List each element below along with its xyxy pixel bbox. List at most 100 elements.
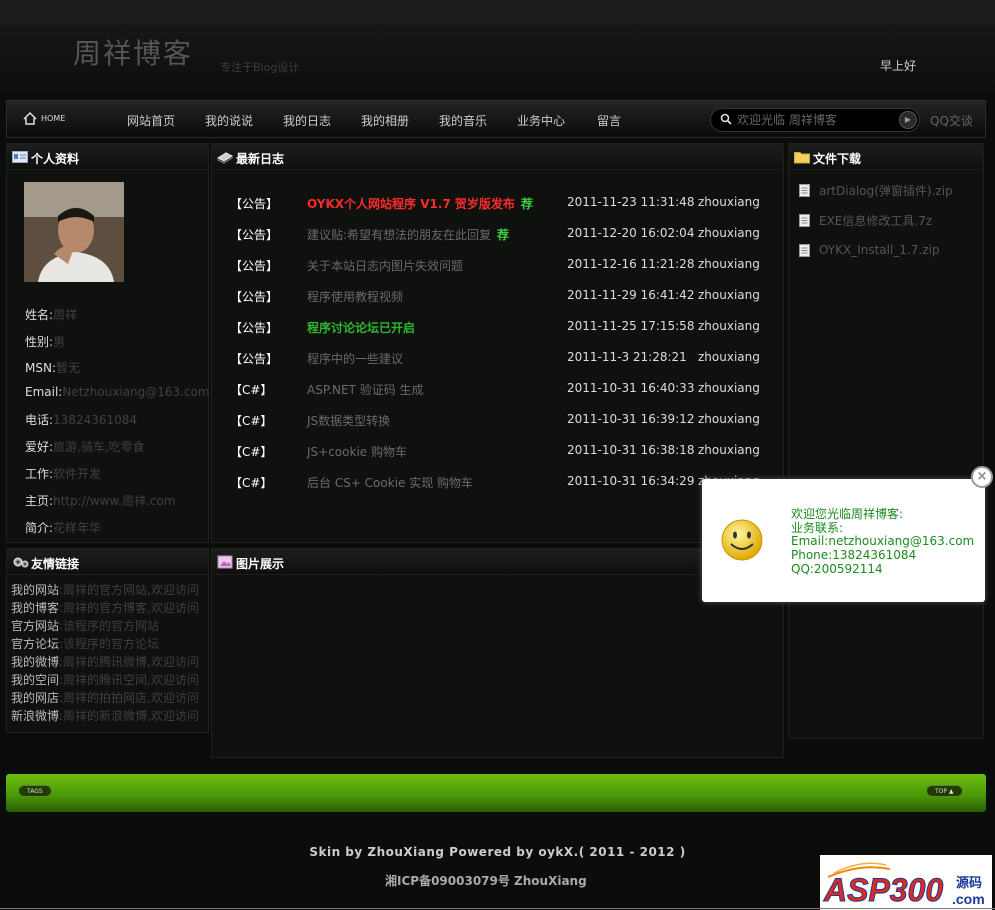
- article-title-text: 程序中的一些建议: [307, 352, 404, 366]
- article-author[interactable]: zhouxiang: [698, 350, 760, 364]
- popup-line: Email:netzhouxiang@163.com: [791, 534, 975, 548]
- popup-close-button[interactable]: ×: [971, 466, 993, 488]
- search-button[interactable]: ▶: [899, 111, 917, 129]
- article-author[interactable]: zhouxiang: [698, 257, 760, 271]
- article-title-text: JS+cookie 购物车: [307, 445, 407, 459]
- article-title[interactable]: 后台 CS+ Cookie 实现 购物车: [307, 474, 479, 491]
- profile-value: 男: [53, 335, 66, 349]
- links-panel-title: 友情链接: [31, 557, 80, 571]
- back-to-top-button[interactable]: TOP ▲: [926, 785, 963, 797]
- close-icon: ×: [976, 469, 988, 484]
- article-category[interactable]: 【公告】: [230, 350, 278, 367]
- friend-link[interactable]: 官方网站:该程序的官方网站: [11, 617, 159, 634]
- article-date: 2011-11-23 11:31:48: [567, 195, 695, 209]
- article-title[interactable]: ASP.NET 验证码 生成: [307, 381, 430, 398]
- nav-item-logs[interactable]: 我的日志: [283, 112, 331, 129]
- search-input[interactable]: [737, 112, 887, 128]
- file-item[interactable]: EXE信息修改工具.7z: [799, 212, 932, 229]
- qq-chat-link[interactable]: QQ交谈: [930, 112, 973, 129]
- profile-key: 姓名:: [25, 308, 54, 322]
- article-category[interactable]: 【公告】: [230, 319, 278, 336]
- profile-key: 主页:: [25, 494, 54, 508]
- article-category[interactable]: 【C#】: [230, 443, 272, 460]
- article-category[interactable]: 【公告】: [230, 195, 278, 212]
- article-title[interactable]: OYKX个人网站程序 V1.7 贺岁版发布荐: [307, 195, 533, 212]
- nav-item-albums[interactable]: 我的相册: [361, 112, 409, 129]
- article-author[interactable]: zhouxiang: [698, 381, 760, 395]
- asp300-logo: ASP300 源码 .com: [823, 862, 985, 909]
- nav-home[interactable]: HOME: [23, 112, 65, 125]
- friend-link[interactable]: 我的微博:周祥的腾讯微博,欢迎访问: [11, 653, 199, 670]
- article-title-text: 后台 CS+ Cookie 实现 购物车: [307, 476, 474, 490]
- article-author[interactable]: zhouxiang: [698, 412, 760, 426]
- profile-panel: 个人资料 姓名:周祥 性别:男 MSN:暂无 Email:Netzhouxian…: [6, 143, 210, 543]
- popup-line: Phone:13824361084: [791, 548, 917, 562]
- article-author[interactable]: zhouxiang: [698, 226, 760, 240]
- link-description: :周祥的拍拍网店,欢迎访问: [59, 691, 199, 705]
- article-author[interactable]: zhouxiang: [698, 319, 760, 333]
- article-title[interactable]: 建议贴:希望有想法的朋友在此回复荐: [307, 226, 509, 243]
- profile-value[interactable]: http://www.周祥.com: [53, 494, 175, 508]
- friend-link[interactable]: 官方论坛:该程序的官方论坛: [11, 635, 159, 652]
- friend-link[interactable]: 我的空间:周祥的腾讯空间,欢迎访问: [11, 671, 199, 688]
- article-author[interactable]: zhouxiang: [698, 288, 760, 302]
- article-title[interactable]: 程序使用教程视频: [307, 288, 409, 305]
- article-title[interactable]: 关于本站日志内图片失效问题: [307, 257, 469, 274]
- friend-link[interactable]: 我的博客:周祥的官方博客,欢迎访问: [11, 599, 199, 616]
- friend-link[interactable]: 新浪微博:周祥的新浪微博,欢迎访问: [11, 707, 199, 724]
- article-category[interactable]: 【C#】: [230, 474, 272, 491]
- link-name: 官方网站: [11, 619, 60, 633]
- site-title[interactable]: 周祥博客: [73, 32, 193, 72]
- article-category[interactable]: 【C#】: [230, 381, 272, 398]
- article-date: 2011-10-31 16:38:18: [567, 443, 695, 457]
- article-title[interactable]: JS数据类型转换: [307, 412, 396, 429]
- profile-value: 周祥: [53, 308, 78, 322]
- link-description: :周祥的腾讯微博,欢迎访问: [59, 655, 199, 669]
- gallery-panel-header: 图片展示: [212, 549, 783, 575]
- friend-link[interactable]: 我的网店:周祥的拍拍网店,欢迎访问: [11, 689, 199, 706]
- article-category[interactable]: 【C#】: [230, 412, 272, 429]
- nav-item-guestbook[interactable]: 留言: [597, 112, 621, 129]
- article-author[interactable]: zhouxiang: [698, 195, 760, 209]
- files-panel-title: 文件下载: [813, 152, 862, 166]
- files-panel: 文件下载 artDialog(弹窗插件).zip EXE信息修改工具.7z OY…: [788, 143, 984, 739]
- welcome-popup: 欢迎您光临周祥博客: 业务联系: Email:netzhouxiang@163.…: [702, 479, 985, 602]
- recommend-badge: 荐: [497, 228, 510, 242]
- nav-item-home-page[interactable]: 网站首页: [127, 112, 175, 129]
- articles-panel: 最新日志 【公告】 OYKX个人网站程序 V1.7 贺岁版发布荐 2011-11-2…: [211, 143, 784, 543]
- article-row: 【C#】 ASP.NET 验证码 生成 2011-10-31 16:40:33 zho…: [230, 381, 790, 397]
- article-row: 【C#】 JS+cookie 购物车 2011-10-31 16:38:18 zhou…: [230, 443, 790, 459]
- smiley-icon: [721, 519, 763, 561]
- search-icon: [720, 113, 732, 125]
- article-title[interactable]: 程序讨论论坛已开启: [307, 319, 421, 336]
- profile-row: 工作:软件开发: [25, 465, 101, 482]
- nav-item-moods[interactable]: 我的说说: [205, 112, 253, 129]
- article-category[interactable]: 【公告】: [230, 226, 278, 243]
- article-title[interactable]: JS+cookie 购物车: [307, 443, 413, 460]
- link-name: 我的网店: [11, 691, 60, 705]
- article-category[interactable]: 【公告】: [230, 288, 278, 305]
- profile-key: 性别:: [25, 335, 54, 349]
- article-category[interactable]: 【公告】: [230, 257, 278, 274]
- svg-text:.com: .com: [952, 891, 985, 907]
- article-author[interactable]: zhouxiang: [698, 443, 760, 457]
- article-row: 【公告】 程序讨论论坛已开启 2011-11-25 17:15:58 zhouxian…: [230, 319, 790, 335]
- nav-item-business[interactable]: 业务中心: [517, 112, 565, 129]
- link-name: 官方论坛: [11, 637, 60, 651]
- site-header: 周祥博客 专注于Blog设计 早上好: [0, 24, 995, 98]
- tags-button[interactable]: TAGS: [18, 785, 52, 797]
- file-name: EXE信息修改工具.7z: [819, 214, 933, 228]
- article-date: 2011-11-3 21:28:21: [567, 350, 687, 364]
- nav-item-music[interactable]: 我的音乐: [439, 112, 487, 129]
- article-row: 【C#】 JS数据类型转换 2011-10-31 16:39:12 zhouxiang: [230, 412, 790, 428]
- file-name: OYKX_Install_1.7.zip: [819, 243, 940, 257]
- friend-link[interactable]: 我的网站:周祥的官方网站,欢迎访问: [11, 581, 199, 598]
- link-description: :周祥的官方博客,欢迎访问: [59, 601, 199, 615]
- svg-text:源码: 源码: [956, 875, 982, 891]
- book-icon: [217, 152, 233, 164]
- article-title[interactable]: 程序中的一些建议: [307, 350, 409, 367]
- file-item[interactable]: artDialog(弹窗插件).zip: [799, 182, 953, 199]
- file-item[interactable]: OYKX_Install_1.7.zip: [799, 243, 939, 257]
- profile-key: 工作:: [25, 467, 54, 481]
- files-panel-header: 文件下载: [789, 144, 983, 170]
